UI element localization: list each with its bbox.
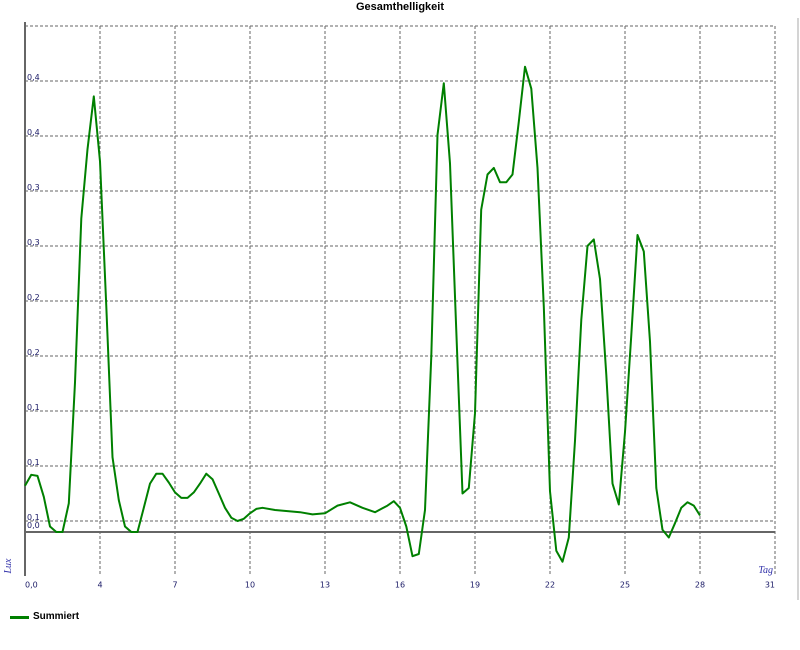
y-tick-label: 0,0: [27, 521, 40, 530]
x-tick-label: 16: [395, 581, 405, 590]
y-tick-label: 0,2: [27, 293, 40, 302]
x-tick-label: 28: [695, 581, 705, 590]
x-tick-label: 0,0: [25, 581, 38, 590]
y-tick-label: 0,3: [27, 238, 40, 247]
x-axis-label: Tag: [758, 565, 773, 576]
y-tick-label: 0,4: [27, 128, 40, 137]
series-line-summiert: [24, 65, 701, 563]
x-tick-label: 31: [765, 581, 775, 590]
y-tick-label: 0,3: [27, 183, 40, 192]
y-tick-label: 0,1: [27, 403, 40, 412]
legend-label-summiert: Summiert: [33, 611, 80, 622]
y-tick-label: 0,2: [27, 348, 40, 357]
y-tick-label: 0,4: [27, 73, 40, 82]
x-tick-label: 13: [320, 581, 330, 590]
legend: Summiert: [10, 611, 79, 622]
x-tick-label: 7: [172, 581, 177, 590]
legend-swatch-summiert: [10, 616, 29, 619]
x-tick-label: 25: [620, 581, 630, 590]
line-chart: 0,0 4 7 10 13 16 19 22 25 28 310,00,10,10,10,20,20…: [3, 18, 799, 600]
y-axis-label: Lux: [3, 558, 14, 575]
x-tick-label: 22: [545, 581, 555, 590]
y-tick-label: 0,1: [27, 458, 40, 467]
x-tick-label: 10: [245, 581, 255, 590]
y-tick-label: 0,1: [27, 513, 40, 522]
x-tick-label: 19: [470, 581, 480, 590]
x-tick-label: 4: [97, 581, 102, 590]
